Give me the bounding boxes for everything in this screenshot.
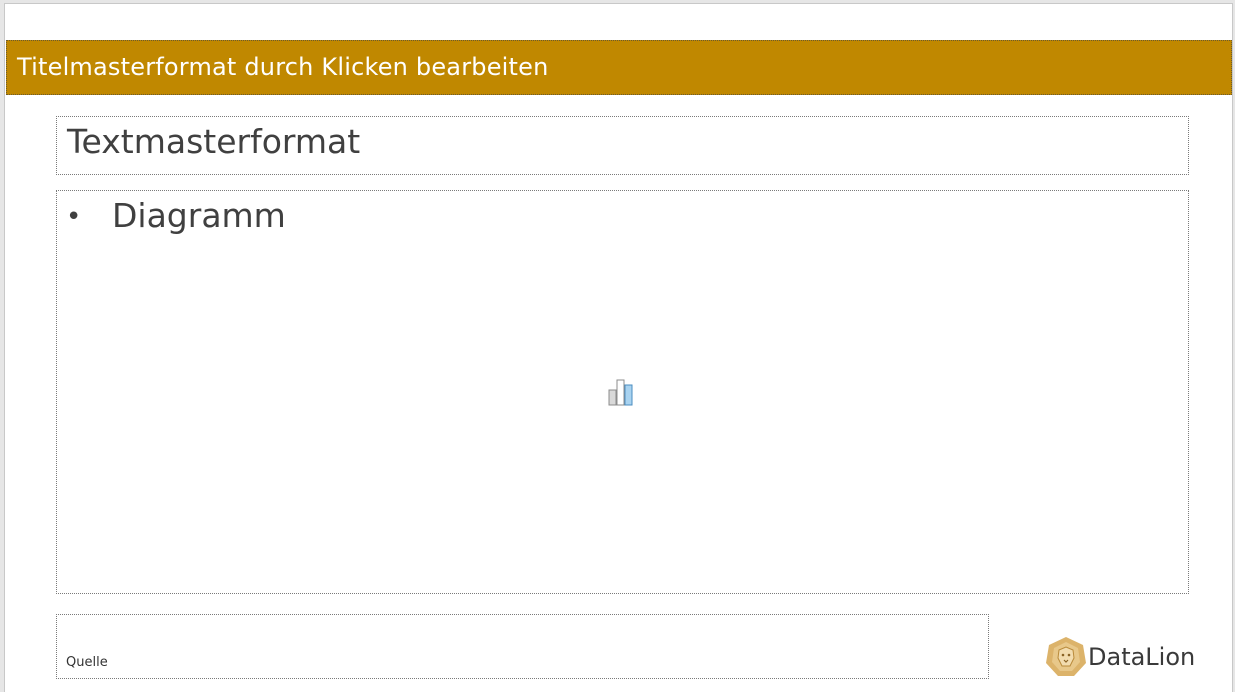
datalion-logo: DataLion — [1045, 636, 1195, 678]
source-label: Quelle — [66, 655, 108, 670]
content-text: Diagramm — [112, 196, 286, 235]
bullet-marker: • — [66, 202, 82, 232]
lion-head-icon — [1045, 636, 1087, 678]
chart-icon[interactable] — [607, 376, 637, 408]
slide-canvas: Titelmasterformat durch Klicken bearbeit… — [4, 3, 1233, 692]
source-placeholder[interactable]: Quelle — [56, 614, 989, 679]
subtitle-text: Textmasterformat — [67, 122, 361, 161]
slide-title: Titelmasterformat durch Klicken bearbeit… — [17, 53, 549, 81]
logo-wordmark: DataLion — [1088, 643, 1196, 671]
title-placeholder[interactable]: Titelmasterformat durch Klicken bearbeit… — [6, 40, 1232, 95]
content-placeholder[interactable]: • Diagramm — [56, 190, 1189, 594]
subtitle-placeholder[interactable]: Textmasterformat — [56, 116, 1189, 175]
